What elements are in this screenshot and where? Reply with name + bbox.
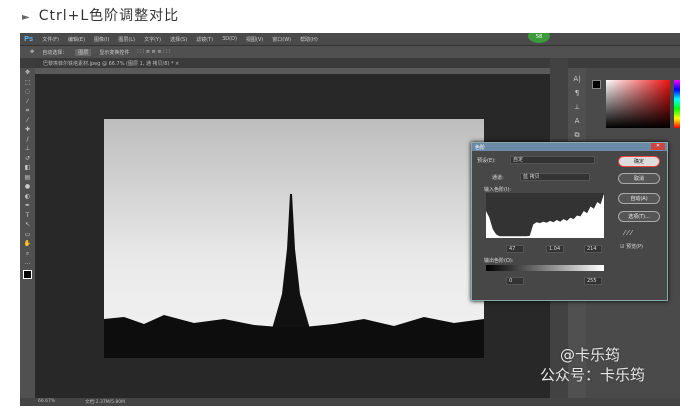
input-levels-label: 输入色阶(I): (484, 187, 512, 193)
photoshop-screenshot: Ps 文件(F) 编辑(E) 图像(I) 图层(L) 文字(Y) 选择(S) 滤… (20, 33, 680, 406)
input-gamma[interactable]: 1.04 (546, 245, 564, 253)
show-transform-checkbox[interactable]: 显示变换控件 (99, 49, 129, 56)
output-levels-label: 输出色阶(O): (484, 258, 514, 264)
glyphs-icon[interactable]: A (568, 114, 586, 128)
more-icon[interactable]: … (20, 258, 35, 268)
doc-size: 文档:2.37M/5.80M (85, 400, 126, 405)
character-icon[interactable]: A| (568, 72, 586, 86)
move-tool-icon[interactable]: ✥ (30, 49, 34, 55)
options-bar: ✥ 自动选择： 图层 显示变换控件 ⫶ ⫶ ⫶ ≡ ≡ ≡ ⫶ ⫶ ⫶ (20, 45, 680, 58)
blur-icon[interactable]: ● (20, 182, 35, 192)
bullet-icon: ► (22, 12, 31, 23)
eyedropper-icon[interactable]: ⁄ (20, 116, 35, 126)
pen-icon[interactable]: ✒ (20, 201, 35, 211)
history-icon[interactable]: ↺ (20, 154, 35, 164)
gradient-icon[interactable]: ▤ (20, 173, 35, 183)
paragraph-icon[interactable]: ¶ (568, 86, 586, 100)
crop-icon[interactable]: ⌗ (20, 106, 35, 116)
menu-window[interactable]: 窗口(W) (272, 36, 291, 43)
menu-type[interactable]: 文字(Y) (144, 36, 161, 43)
output-white[interactable]: 255 (584, 277, 602, 285)
cancel-button[interactable]: 取消 (618, 173, 660, 184)
stamp-icon[interactable]: ⊥ (20, 144, 35, 154)
marquee-icon[interactable]: ⬚ (20, 78, 35, 88)
eiffel-tower-image (104, 194, 484, 358)
watermark-line1: @卡乐筠 (560, 346, 621, 364)
levels-dialog: 色阶 ✕ 预设(E): 自定 通道: 蓝 拷贝 输入色阶(I): 47 1.04… (471, 142, 668, 301)
options-button[interactable]: 选项(T)... (618, 211, 660, 222)
auto-button[interactable]: 自动(A) (618, 193, 660, 204)
close-icon[interactable]: ✕ (651, 143, 665, 150)
styles-icon[interactable]: ⟂ (568, 100, 586, 114)
output-black[interactable]: 0 (506, 277, 524, 285)
dialog-title: 色阶 (472, 143, 667, 151)
type-icon[interactable]: T (20, 211, 35, 221)
path-icon[interactable]: ↖ (20, 220, 35, 230)
layers-icon[interactable]: ⧉ (568, 128, 586, 142)
shape-icon[interactable]: ▭ (20, 230, 35, 240)
zoom-level: 66.67% (38, 399, 56, 404)
channel-label: 通道: (492, 175, 504, 181)
auto-select-checkbox[interactable]: 自动选择： (42, 49, 67, 56)
foreground-color[interactable] (592, 80, 601, 89)
move-icon[interactable]: ✥ (20, 68, 35, 78)
heading-text: Ctrl+L色阶调整对比 (38, 8, 180, 24)
section-heading: ► Ctrl+L色阶调整对比 (22, 5, 179, 25)
menu-help[interactable]: 帮助(H) (300, 36, 318, 43)
lasso-icon[interactable]: ◌ (20, 87, 35, 97)
channel-select[interactable]: 蓝 拷贝 (520, 173, 590, 181)
eraser-icon[interactable]: ◧ (20, 163, 35, 173)
eyedropper-icons[interactable]: ⁄ ⁄ ⁄ (624, 229, 632, 237)
wand-icon[interactable]: ⁄ (20, 97, 35, 107)
menu-view[interactable]: 视图(V) (246, 36, 263, 43)
status-bar: 66.67% 文档:2.37M/5.80M (20, 398, 680, 406)
tab-title: 巴黎埃菲尔铁塔素材.jpeg @ 66.7% (图层 1, 通 拷贝/8) * … (43, 61, 180, 67)
watermark: @卡乐筠公众号：卡乐筠 (540, 345, 645, 385)
toolbar: ✥ ⬚ ◌ ⁄ ⌗ ⁄ ✚ / ⊥ ↺ ◧ ▤ ● ◐ ✒ T ↖ ▭ ✋ ⌕… (20, 68, 35, 398)
align-icons[interactable]: ⫶ ⫶ ⫶ ≡ ≡ ≡ ⫶ ⫶ ⫶ (137, 49, 170, 55)
menu-file[interactable]: 文件(F) (42, 36, 59, 43)
preset-label: 预设(E): (477, 158, 496, 164)
zoom-icon[interactable]: ⌕ (20, 249, 35, 259)
dodge-icon[interactable]: ◐ (20, 192, 35, 202)
menu-select[interactable]: 选择(S) (170, 36, 187, 43)
hue-slider[interactable] (674, 80, 680, 128)
histogram (486, 193, 604, 238)
menu-bar: Ps 文件(F) 编辑(E) 图像(I) 图层(L) 文字(Y) 选择(S) 滤… (20, 33, 680, 45)
eiffel-photo (104, 119, 484, 358)
input-white[interactable]: 214 (584, 245, 602, 253)
menu-3d[interactable]: 3D(D) (222, 36, 237, 42)
preset-select[interactable]: 自定 (510, 156, 595, 164)
heal-icon[interactable]: ✚ (20, 125, 35, 135)
output-gradient[interactable] (486, 265, 604, 271)
preview-checkbox[interactable]: ☑ 预览(P) (620, 243, 643, 250)
menu-edit[interactable]: 编辑(E) (68, 36, 85, 43)
color-field[interactable] (606, 80, 670, 128)
ps-logo: Ps (24, 35, 34, 43)
menu-filter[interactable]: 滤镜(T) (196, 36, 213, 43)
menu-layer[interactable]: 图层(L) (118, 36, 135, 43)
color-swatches[interactable] (23, 269, 32, 279)
input-black[interactable]: 47 (506, 245, 524, 253)
ok-button[interactable]: 确定 (618, 156, 660, 167)
layer-select[interactable]: 图层 (75, 48, 92, 56)
document-tab[interactable]: 巴黎埃菲尔铁塔素材.jpeg @ 66.7% (图层 1, 通 拷贝/8) * … (35, 58, 555, 68)
hand-icon[interactable]: ✋ (20, 239, 35, 249)
watermark-line2: 公众号：卡乐筠 (540, 366, 646, 384)
brush-icon[interactable]: / (20, 135, 35, 145)
preview-label: 预览(P) (626, 244, 643, 250)
menu-image[interactable]: 图像(I) (94, 36, 109, 43)
